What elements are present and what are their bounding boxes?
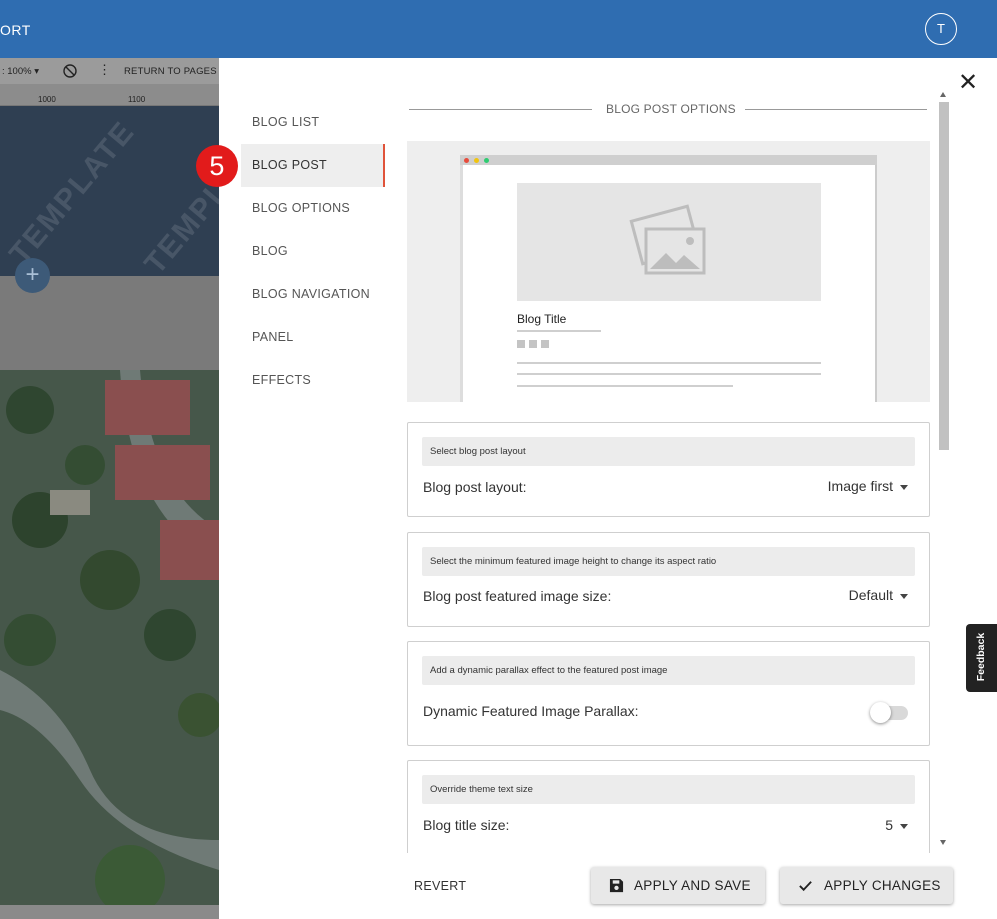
meta-block bbox=[529, 340, 537, 348]
scrollbar-thumb[interactable] bbox=[939, 102, 949, 450]
title-underline bbox=[517, 330, 601, 332]
divider bbox=[745, 109, 927, 110]
feedback-tab[interactable]: Feedback bbox=[966, 624, 997, 692]
return-to-pages-link[interactable]: RETURN TO PAGES bbox=[124, 66, 217, 77]
settings-panel: BLOG LIST 5 BLOG POST BLOG OPTIONS BLOG … bbox=[196, 58, 997, 919]
blog-title-size-select[interactable]: 5 bbox=[885, 817, 908, 833]
parallax-toggle[interactable] bbox=[870, 701, 908, 723]
rotate-icon[interactable] bbox=[62, 63, 78, 79]
user-avatar[interactable]: T bbox=[925, 13, 957, 45]
preview-blog-title: Blog Title bbox=[517, 312, 567, 326]
nav-item-blog-list[interactable]: BLOG LIST bbox=[241, 101, 385, 144]
apply-changes-label: APPLY CHANGES bbox=[824, 878, 941, 893]
apply-and-save-label: APPLY AND SAVE bbox=[634, 878, 751, 893]
section-title: BLOG POST OPTIONS bbox=[606, 102, 736, 116]
horizontal-ruler: 1000 1100 bbox=[0, 84, 219, 106]
text-line bbox=[517, 362, 821, 364]
blog-post-layout-card: Select blog post layout Blog post layout… bbox=[407, 422, 930, 517]
scroll-up-icon[interactable] bbox=[940, 92, 946, 97]
meta-block bbox=[517, 340, 525, 348]
nav-item-label: BLOG POST bbox=[252, 158, 327, 172]
top-bar: ORT T bbox=[0, 0, 997, 58]
revert-button[interactable]: REVERT bbox=[414, 879, 466, 893]
select-value: Image first bbox=[827, 478, 893, 494]
setting-hint: Select blog post layout bbox=[422, 437, 915, 466]
panel-footer: REVERT APPLY AND SAVE APPLY CHANGES bbox=[407, 853, 967, 919]
text-line bbox=[517, 373, 821, 375]
nav-item-blog-navigation[interactable]: BLOG NAVIGATION bbox=[241, 273, 385, 316]
nav-item-blog-options[interactable]: BLOG OPTIONS bbox=[241, 187, 385, 230]
more-icon[interactable]: ⋮ bbox=[98, 62, 111, 78]
add-section-button[interactable]: + bbox=[15, 258, 50, 293]
divider bbox=[409, 109, 592, 110]
text-line bbox=[517, 385, 733, 387]
nav-item-blog-post[interactable]: 5 BLOG POST bbox=[196, 144, 385, 187]
app-title: ORT bbox=[0, 22, 31, 38]
aerial-photo bbox=[0, 370, 219, 905]
featured-image-size-card: Select the minimum featured image height… bbox=[407, 532, 930, 627]
step-badge: 5 bbox=[196, 145, 238, 187]
setting-label: Blog title size: bbox=[423, 817, 510, 833]
parallax-card: Add a dynamic parallax effect to the fea… bbox=[407, 641, 930, 746]
zoom-select[interactable]: : 100% ▾ bbox=[2, 66, 39, 77]
chevron-down-icon bbox=[900, 823, 908, 829]
window-close-dot bbox=[464, 158, 469, 163]
nav-item-blog[interactable]: BLOG bbox=[241, 230, 385, 273]
panel-side-nav: BLOG LIST 5 BLOG POST BLOG OPTIONS BLOG … bbox=[196, 101, 385, 402]
chevron-down-icon bbox=[900, 593, 908, 599]
setting-label: Blog post featured image size: bbox=[423, 588, 612, 604]
toggle-knob bbox=[870, 702, 891, 723]
preview-window-bar bbox=[460, 155, 877, 165]
aerial-neighborhood-image bbox=[0, 370, 219, 905]
blog-post-layout-select[interactable]: Image first bbox=[828, 478, 908, 494]
meta-block bbox=[541, 340, 549, 348]
nav-item-effects[interactable]: EFFECTS bbox=[241, 359, 385, 402]
content-scrollbar[interactable] bbox=[937, 88, 951, 853]
feedback-label: Feedback bbox=[975, 632, 987, 682]
featured-image-size-select[interactable]: Default bbox=[849, 587, 908, 603]
setting-hint: Override theme text size bbox=[422, 775, 915, 804]
chevron-down-icon bbox=[900, 484, 908, 490]
apply-changes-button[interactable]: APPLY CHANGES bbox=[780, 867, 953, 904]
select-value: 5 bbox=[885, 817, 893, 833]
setting-hint: Add a dynamic parallax effect to the fea… bbox=[422, 656, 915, 685]
ruler-tick: 1100 bbox=[128, 95, 146, 104]
setting-label: Blog post layout: bbox=[423, 479, 527, 495]
select-value: Default bbox=[848, 587, 893, 603]
nav-item-panel[interactable]: PANEL bbox=[241, 316, 385, 359]
section-header: BLOG POST OPTIONS bbox=[409, 98, 927, 120]
check-icon bbox=[799, 881, 812, 892]
hero-section: TEMPLATE TEMPLATE bbox=[0, 106, 219, 276]
settings-content[interactable]: BLOG POST OPTIONS Blog Title Select blog… bbox=[407, 88, 930, 880]
window-maximize-dot bbox=[484, 158, 489, 163]
apply-and-save-button[interactable]: APPLY AND SAVE bbox=[591, 867, 765, 904]
scroll-down-icon[interactable] bbox=[940, 840, 946, 845]
window-minimize-dot bbox=[474, 158, 479, 163]
image-icon bbox=[629, 204, 706, 275]
save-icon bbox=[609, 878, 624, 893]
editor-bottom-bar bbox=[0, 905, 219, 919]
featured-image-placeholder bbox=[517, 183, 821, 301]
page-editor-background: : 100% ▾ ⋮ RETURN TO PAGES 1000 1100 TEM… bbox=[0, 58, 219, 919]
blog-post-preview: Blog Title bbox=[407, 141, 930, 402]
setting-label: Dynamic Featured Image Parallax: bbox=[423, 703, 639, 719]
ruler-tick: 1000 bbox=[38, 95, 56, 104]
editor-toolbar: : 100% ▾ ⋮ RETURN TO PAGES bbox=[0, 58, 219, 84]
close-icon[interactable]: ✕ bbox=[956, 71, 980, 95]
template-watermark: TEMPLATE bbox=[3, 114, 142, 271]
setting-hint: Select the minimum featured image height… bbox=[422, 547, 915, 576]
